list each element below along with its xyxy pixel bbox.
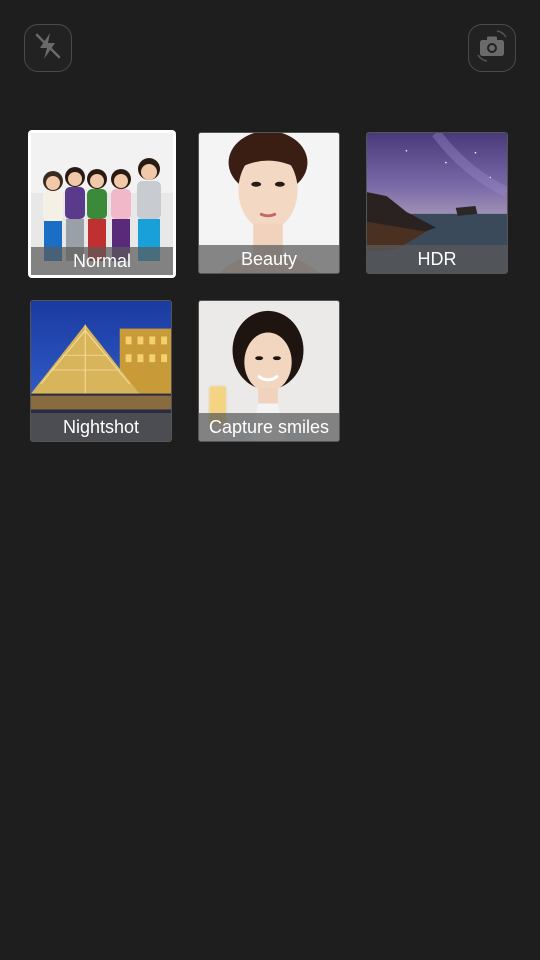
mode-tile-nightshot[interactable]: Nightshot [30,300,172,442]
flash-off-icon [31,29,65,68]
mode-label-normal: Normal [31,247,173,275]
mode-tile-capture-smiles[interactable]: Capture smiles [198,300,340,442]
mode-tile-hdr[interactable]: HDR [366,132,508,274]
mode-tile-normal[interactable]: Normal [28,130,176,278]
switch-camera-button[interactable] [468,24,516,72]
mode-label-capture-smiles: Capture smiles [199,413,339,441]
mode-tile-beauty[interactable]: Beauty [198,132,340,274]
mode-label-nightshot: Nightshot [31,413,171,441]
mode-label-hdr: HDR [367,245,507,273]
camera-mode-screen: Normal Beauty HDR Nightshot Capture smil… [0,0,540,960]
camera-switch-icon [475,29,509,68]
mode-label-beauty: Beauty [199,245,339,273]
flash-toggle-button[interactable] [24,24,72,72]
